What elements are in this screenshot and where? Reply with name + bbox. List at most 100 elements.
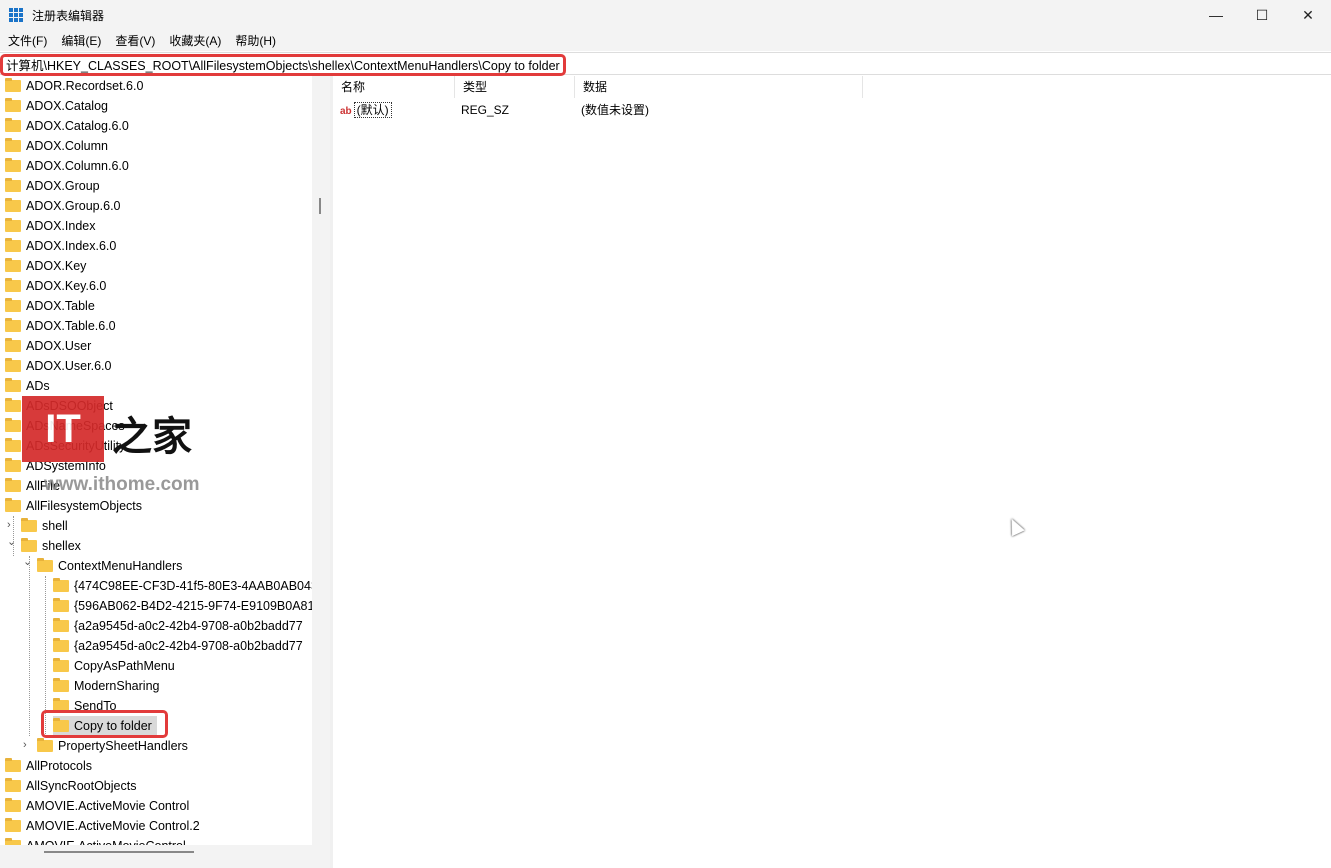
- tree-item[interactable]: ADs: [5, 376, 50, 396]
- column-header-type[interactable]: 类型: [455, 76, 575, 98]
- column-header-name[interactable]: 名称: [333, 76, 455, 98]
- minimize-button[interactable]: —: [1193, 0, 1239, 30]
- tree-item-label: {a2a9545d-a0c2-42b4-9708-a0b2badd77: [74, 619, 303, 633]
- tree-item[interactable]: ADsNameSpaces: [5, 416, 125, 436]
- tree-item[interactable]: CopyAsPathMenu: [53, 656, 175, 676]
- tree-item[interactable]: shell: [21, 516, 68, 536]
- tree-item-label: AllFile: [26, 479, 61, 493]
- folder-icon: [5, 498, 21, 512]
- tree-item-label: ADOX.Catalog.6.0: [26, 119, 129, 133]
- tree-vertical-scrollbar[interactable]: [312, 76, 330, 845]
- folder-icon: [5, 278, 21, 292]
- tree-item[interactable]: {474C98EE-CF3D-41f5-80E3-4AAB0AB0431: [53, 576, 312, 596]
- folder-icon: [53, 578, 69, 592]
- tree-item-label: ADOR.Recordset.6.0: [26, 79, 144, 93]
- folder-icon: [5, 818, 21, 832]
- tree-item[interactable]: ADsSecurityUtility: [5, 436, 125, 456]
- folder-icon: [5, 378, 21, 392]
- folder-icon: [5, 218, 21, 232]
- scroll-thumb[interactable]: [319, 198, 321, 214]
- address-bar[interactable]: 计算机\HKEY_CLASSES_ROOT\AllFilesystemObjec…: [0, 52, 1331, 76]
- folder-icon: [53, 678, 69, 692]
- chevron-down-icon[interactable]: ⌄: [23, 555, 32, 568]
- tree-item-label: ADOX.Index.6.0: [26, 239, 117, 253]
- menu-edit[interactable]: 编辑(E): [61, 32, 101, 49]
- tree-item-label: ADOX.Key.6.0: [26, 279, 107, 293]
- tree-item-label: ADOX.Column.6.0: [26, 159, 129, 173]
- tree-item[interactable]: AllFilesystemObjects: [5, 496, 142, 516]
- tree-item-label: ADOX.Key: [26, 259, 87, 273]
- tree-item-label: ADOX.Catalog: [26, 99, 108, 113]
- folder-icon: [5, 478, 21, 492]
- tree-item[interactable]: shellex: [21, 536, 81, 556]
- tree-item-label: AllSyncRootObjects: [26, 779, 137, 793]
- tree-item[interactable]: AllFile: [5, 476, 60, 496]
- menu-file[interactable]: 文件(F): [8, 32, 47, 49]
- chevron-down-icon[interactable]: ⌄: [7, 535, 16, 548]
- address-input[interactable]: 计算机\HKEY_CLASSES_ROOT\AllFilesystemObjec…: [0, 54, 566, 76]
- folder-icon: [5, 798, 21, 812]
- folder-icon: [5, 178, 21, 192]
- tree-item[interactable]: ADOX.User.6.0: [5, 356, 111, 376]
- chevron-right-icon[interactable]: ›: [23, 739, 27, 751]
- tree-item-label: CopyAsPathMenu: [74, 659, 175, 673]
- tree-item[interactable]: ADOX.Key.6.0: [5, 276, 106, 296]
- tree-item-label: ADOX.Index: [26, 219, 96, 233]
- tree-item-label: {596AB062-B4D2-4215-9F74-E9109B0A81: [74, 599, 312, 613]
- scroll-thumb[interactable]: [44, 851, 194, 853]
- tree-item[interactable]: ADOR.Recordset.6.0: [5, 76, 143, 96]
- menu-view[interactable]: 查看(V): [115, 32, 155, 49]
- value-type: REG_SZ: [461, 103, 510, 117]
- tree-item[interactable]: AllProtocols: [5, 756, 92, 776]
- tree-item[interactable]: ADOX.Catalog.6.0: [5, 116, 129, 136]
- tree-item[interactable]: ADOX.Column.6.0: [5, 156, 129, 176]
- tree-item[interactable]: AMOVIE.ActiveMovieControl: [5, 836, 186, 845]
- tree-item[interactable]: ADsDSOObject: [5, 396, 113, 416]
- maximize-button[interactable]: ☐: [1239, 0, 1285, 30]
- tree-item[interactable]: ADOX.Group: [5, 176, 100, 196]
- tree-item[interactable]: ContextMenuHandlers: [37, 556, 182, 576]
- tree-item-label: ADs: [26, 379, 50, 393]
- menu-favorites[interactable]: 收藏夹(A): [169, 32, 221, 49]
- tree-item[interactable]: ADOX.User: [5, 336, 91, 356]
- tree-item[interactable]: ADOX.Index.6.0: [5, 236, 116, 256]
- close-button[interactable]: ✕: [1285, 0, 1331, 30]
- menu-help[interactable]: 帮助(H): [235, 32, 276, 49]
- tree-item[interactable]: AllSyncRootObjects: [5, 776, 136, 796]
- tree-item-label: AllProtocols: [26, 759, 92, 773]
- folder-icon: [5, 258, 21, 272]
- tree-item[interactable]: ADOX.Table.6.0: [5, 316, 116, 336]
- tree-item[interactable]: ADOX.Group.6.0: [5, 196, 121, 216]
- folder-icon: [5, 78, 21, 92]
- folder-icon: [5, 238, 21, 252]
- tree-item-label: AMOVIE.ActiveMovie Control.2: [26, 819, 200, 833]
- folder-icon: [5, 318, 21, 332]
- column-header-data[interactable]: 数据: [575, 76, 863, 98]
- value-row-name[interactable]: ab (默认): [340, 101, 392, 119]
- chevron-right-icon[interactable]: ›: [7, 519, 11, 531]
- folder-icon: [53, 618, 69, 632]
- tree-item-label: PropertySheetHandlers: [58, 739, 188, 753]
- tree-item[interactable]: ADOX.Index: [5, 216, 95, 236]
- tree-item[interactable]: AMOVIE.ActiveMovie Control.2: [5, 816, 200, 836]
- tree-item[interactable]: {596AB062-B4D2-4215-9F74-E9109B0A81: [53, 596, 312, 616]
- tree-item[interactable]: ADOX.Column: [5, 136, 108, 156]
- tree-item[interactable]: {a2a9545d-a0c2-42b4-9708-a0b2badd77: [53, 616, 303, 636]
- folder-icon: [5, 778, 21, 792]
- tree-item-label: {a2a9545d-a0c2-42b4-9708-a0b2badd77: [74, 639, 303, 653]
- folder-icon: [5, 458, 21, 472]
- folder-icon: [5, 118, 21, 132]
- tree-item[interactable]: ModernSharing: [53, 676, 159, 696]
- tree-horizontal-scrollbar[interactable]: [0, 845, 330, 868]
- tree-item-label: shellex: [42, 539, 81, 553]
- tree-item[interactable]: ADOX.Catalog: [5, 96, 108, 116]
- tree-item[interactable]: ADOX.Key: [5, 256, 86, 276]
- tree-item[interactable]: PropertySheetHandlers: [37, 736, 188, 756]
- tree-item[interactable]: AMOVIE.ActiveMovie Control: [5, 796, 189, 816]
- folder-icon: [21, 538, 37, 552]
- tree-item[interactable]: {a2a9545d-a0c2-42b4-9708-a0b2badd77: [53, 636, 303, 656]
- tree-item[interactable]: ADSystemInfo: [5, 456, 106, 476]
- tree-item[interactable]: ADOX.Table: [5, 296, 95, 316]
- folder-icon: [5, 418, 21, 432]
- tree-item-label: ADOX.Group: [26, 179, 100, 193]
